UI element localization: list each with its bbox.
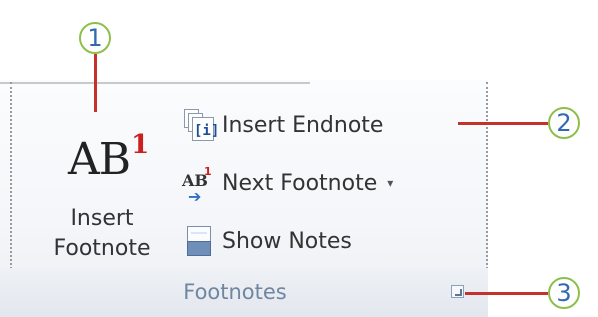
- insert-footnote-icon: AB1: [68, 130, 149, 185]
- callout-2: 2: [548, 107, 580, 139]
- callout-1-line: [94, 54, 97, 112]
- insert-endnote-icon: [i]: [182, 107, 219, 143]
- callout-1: 1: [79, 22, 111, 54]
- next-footnote-button[interactable]: AB 1 ➔ Next Footnote ▾: [182, 162, 393, 206]
- insert-footnote-button[interactable]: AB1 Insert Footnote: [38, 132, 166, 270]
- callout-2-line: [458, 122, 548, 125]
- group-label: Footnotes: [183, 280, 287, 304]
- callout-3: 3: [548, 277, 580, 309]
- callout-3-line: [465, 292, 548, 295]
- chevron-down-icon[interactable]: ▾: [387, 176, 393, 190]
- dialog-launcher-icon[interactable]: [451, 285, 464, 298]
- insert-endnote-button[interactable]: [i] Insert Endnote: [182, 104, 383, 146]
- show-notes-icon: [182, 223, 218, 259]
- next-footnote-icon: AB 1 ➔: [182, 165, 212, 206]
- insert-endnote-label: Insert Endnote: [222, 112, 384, 138]
- insert-footnote-label: Insert Footnote: [53, 206, 151, 261]
- next-footnote-label: Next Footnote: [222, 170, 378, 196]
- show-notes-label: Show Notes: [222, 228, 352, 254]
- group-top-border: [0, 82, 310, 84]
- show-notes-button[interactable]: Show Notes: [182, 220, 352, 262]
